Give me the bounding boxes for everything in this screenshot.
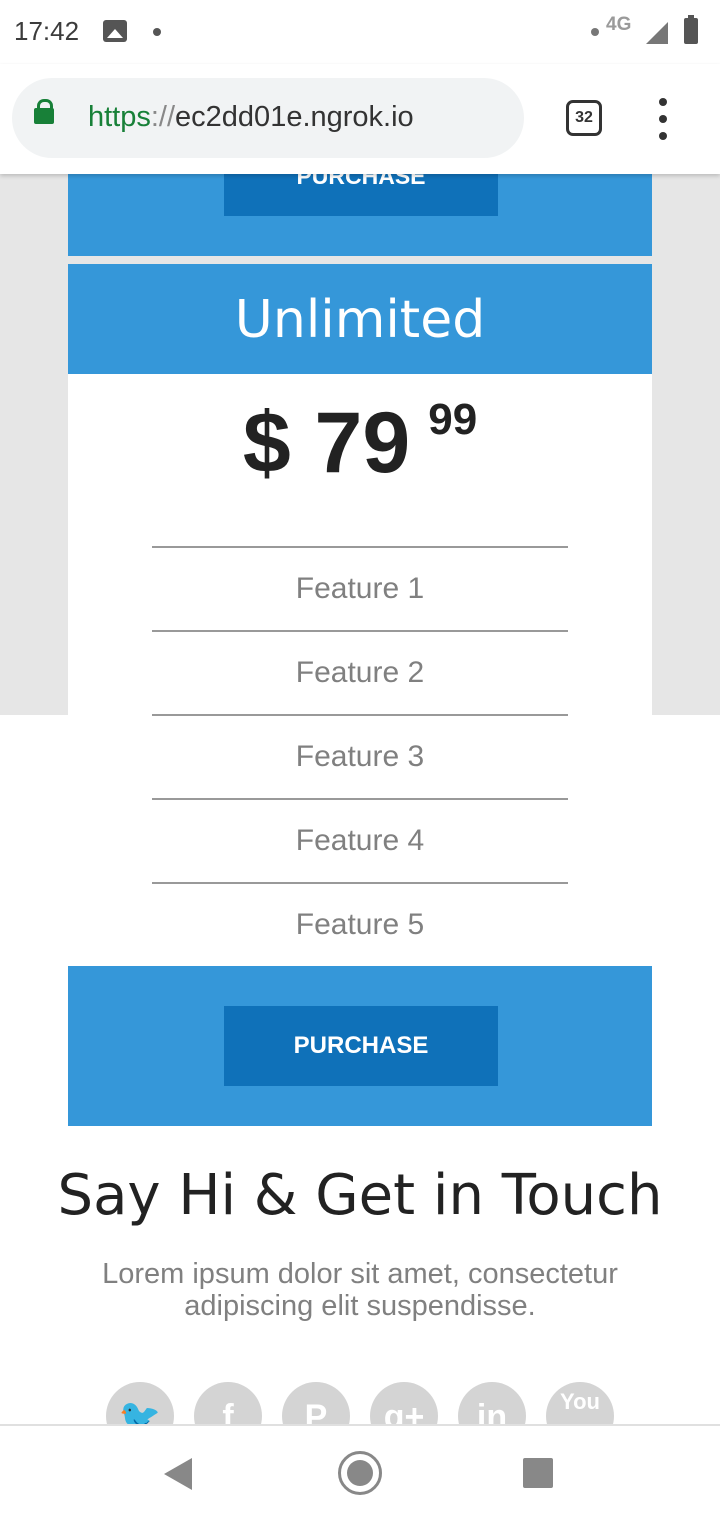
browser-toolbar: https://ec2dd01e.ngrok.io 32	[0, 64, 720, 174]
pricing-card-header: Unlimited	[68, 264, 652, 374]
url-scheme: https	[88, 101, 151, 133]
pricing-card-footer: PURCHASE	[68, 966, 652, 1126]
lock-icon[interactable]	[34, 99, 54, 124]
linkedin-icon[interactable]: in	[458, 1382, 526, 1424]
feature-list: Feature 1 Feature 2 Feature 3 Feature 4 …	[152, 546, 568, 966]
recents-icon[interactable]	[523, 1458, 553, 1488]
menu-dot-icon	[659, 115, 667, 123]
network-type: 4G	[606, 14, 632, 35]
home-icon[interactable]	[338, 1451, 382, 1495]
social-links: 🐦 f P g+ in You	[106, 1382, 626, 1424]
feature-item: Feature 2	[152, 630, 568, 714]
previous-purchase-button[interactable]: PURCHASE	[224, 174, 498, 216]
url-host: ec2dd01e.ngrok.io	[175, 101, 414, 133]
status-bar: 17:42 4G	[0, 0, 720, 64]
signal-icon	[646, 22, 668, 44]
pricing-card-unlimited: Unlimited $ 79 99 Feature 1 Feature 2 Fea…	[68, 264, 652, 1126]
battery-icon	[684, 15, 698, 44]
plan-title: Unlimited	[234, 290, 486, 350]
back-icon[interactable]	[164, 1458, 192, 1490]
feature-item: Feature 5	[152, 882, 568, 966]
price-amount: $ 79	[242, 395, 411, 491]
feature-item: Feature 3	[152, 714, 568, 798]
menu-dot-icon	[659, 132, 667, 140]
overflow-menu-button[interactable]	[650, 98, 676, 142]
navigation-bar	[0, 1424, 720, 1520]
url-separator: ://	[150, 101, 176, 133]
status-dot-icon	[591, 28, 599, 36]
twitter-icon[interactable]: 🐦	[106, 1382, 174, 1424]
google-plus-icon[interactable]: g+	[370, 1382, 438, 1424]
menu-dot-icon	[659, 98, 667, 106]
contact-description: Lorem ipsum dolor sit amet, consectetur …	[102, 1258, 618, 1322]
image-icon	[103, 20, 127, 42]
price-cents: 99	[428, 395, 478, 444]
url-text[interactable]: https://ec2dd01e.ngrok.io	[88, 101, 414, 134]
facebook-icon[interactable]: f	[194, 1382, 262, 1424]
youtube-icon[interactable]: You	[546, 1382, 614, 1424]
plan-price: $ 79 99	[68, 394, 652, 493]
contact-heading: Say Hi & Get in Touch	[57, 1163, 663, 1228]
status-time: 17:42	[14, 16, 80, 46]
purchase-button[interactable]: PURCHASE	[224, 1006, 498, 1086]
feature-item: Feature 4	[152, 798, 568, 882]
feature-item: Feature 1	[152, 546, 568, 630]
notification-dot-icon	[153, 28, 161, 36]
pinterest-icon[interactable]: P	[282, 1382, 350, 1424]
previous-plan-footer: PURCHASE	[68, 174, 652, 256]
tab-switcher-button[interactable]: 32	[566, 100, 602, 136]
